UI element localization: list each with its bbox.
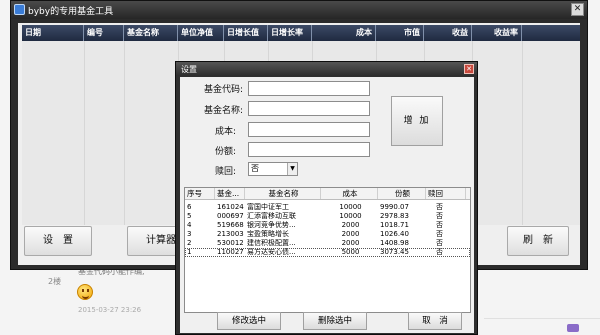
row-code: 213003 — [217, 230, 244, 238]
row-name: 易方达安心债... — [247, 248, 296, 256]
row-seq: 1 — [187, 248, 192, 256]
redeem-value: 否 — [251, 164, 259, 173]
row-name: 银河竞争优势... — [247, 221, 296, 229]
modify-selected-button[interactable]: 修改选中 — [217, 312, 281, 330]
row-code: 519668 — [217, 221, 244, 229]
row-shares: 1026.40 — [380, 230, 409, 238]
fund-name-label: 基金名称: — [204, 106, 244, 116]
row-name: 建信积极配置... — [247, 239, 296, 247]
floor-badge: 2楼 — [48, 277, 62, 286]
fund-list[interactable]: 序号 基金... 基金名称 成本 份额 赎回 6 161024 富国中证军工 1… — [184, 187, 471, 313]
col-cost[interactable]: 成本 — [312, 25, 376, 41]
col-profit[interactable]: 收益 — [424, 25, 472, 41]
row-redeem: 否 — [436, 248, 443, 256]
col-id[interactable]: 编号 — [84, 25, 124, 41]
row-shares: 2978.83 — [380, 212, 409, 220]
refresh-button[interactable]: 刷 新 — [507, 226, 569, 256]
row-seq: 3 — [187, 230, 192, 238]
list-col-redeem[interactable]: 赎回 — [426, 188, 466, 199]
row-redeem: 否 — [436, 203, 443, 211]
fund-list-header: 序号 基金... 基金名称 成本 份额 赎回 — [185, 188, 470, 200]
list-col-seq[interactable]: 序号 — [185, 188, 215, 199]
cost-label: 成本: — [215, 127, 237, 137]
list-col-cost[interactable]: 成本 — [321, 188, 378, 199]
list-item[interactable]: 2 530012 建信积极配置... 2000 1408.98 否 — [185, 239, 470, 248]
row-cost: 2000 — [341, 239, 360, 247]
row-cost: 10000 — [339, 203, 362, 211]
col-daily-rate[interactable]: 日增长率 — [268, 25, 312, 41]
row-name: 宝盈策略增长 — [247, 230, 289, 238]
list-item[interactable]: 6 161024 富国中证军工 10000 9990.07 否 — [185, 203, 470, 212]
row-cost: 10000 — [339, 212, 362, 220]
row-code: 000697 — [217, 212, 244, 220]
redeem-label: 赎回: — [215, 167, 237, 177]
row-shares: 3073.45 — [380, 248, 409, 256]
row-name: 富国中证军工 — [247, 203, 289, 211]
row-seq: 5 — [187, 212, 192, 220]
settings-dialog-title: 设置 — [181, 65, 197, 74]
background-divider — [484, 318, 600, 319]
row-redeem: 否 — [436, 221, 443, 229]
fund-grid-header: 日期 编号 基金名称 单位净值 日增长值 日增长率 成本 市值 收益 收益率 — [22, 25, 580, 41]
chevron-down-icon[interactable]: ▼ — [287, 163, 297, 175]
row-code: 161024 — [217, 203, 244, 211]
main-close-button[interactable]: ✕ — [571, 3, 584, 16]
settings-client-area: 基金代码: 基金名称: 成本: 份额: 赎回: 否 ▼ 增 加 序号 基金...… — [180, 77, 474, 333]
list-col-shares[interactable]: 份额 — [378, 188, 426, 199]
smiley-emoji-icon — [77, 284, 93, 300]
row-cost: 5000 — [341, 248, 360, 256]
comment-date: 2015-03-27 23:26 — [78, 306, 142, 314]
delete-selected-button[interactable]: 删除选中 — [303, 312, 367, 330]
list-item[interactable]: 4 519668 银河竞争优势... 2000 1018.71 否 — [185, 221, 470, 230]
settings-title-bar[interactable]: 设置 ✕ — [176, 62, 477, 76]
list-item-selected[interactable]: 1 110027 易方达安心债... 5000 3073.45 否 — [185, 248, 470, 257]
list-item[interactable]: 5 000697 汇添富移动互联 10000 2978.83 否 — [185, 212, 470, 221]
add-button[interactable]: 增 加 — [391, 96, 443, 146]
list-item[interactable]: 3 213003 宝盈策略增长 2000 1026.40 否 — [185, 230, 470, 239]
list-col-code[interactable]: 基金... — [215, 188, 245, 199]
col-date[interactable]: 日期 — [22, 25, 84, 41]
main-title-bar[interactable]: byby的专用基金工具 ✕ — [11, 1, 587, 19]
shares-label: 份额: — [215, 147, 237, 157]
row-seq: 4 — [187, 221, 192, 229]
row-code: 530012 — [217, 239, 244, 247]
cancel-button[interactable]: 取 消 — [408, 312, 462, 330]
col-profit-rate[interactable]: 收益率 — [472, 25, 522, 41]
row-cost: 2000 — [341, 221, 360, 229]
row-name: 汇添富移动互联 — [247, 212, 296, 220]
list-col-name[interactable]: 基金名称 — [245, 188, 321, 199]
row-shares: 1408.98 — [380, 239, 409, 247]
shares-input[interactable] — [248, 142, 370, 157]
col-unit-nav[interactable]: 单位净值 — [178, 25, 224, 41]
row-seq: 6 — [187, 203, 192, 211]
col-daily-change[interactable]: 日增长值 — [224, 25, 268, 41]
background-purple-icon[interactable] — [567, 324, 579, 332]
app-icon — [14, 4, 25, 15]
grid-col-line — [522, 41, 523, 225]
grid-col-line — [84, 41, 85, 225]
row-shares: 1018.71 — [380, 221, 409, 229]
row-redeem: 否 — [436, 212, 443, 220]
fund-name-input[interactable] — [248, 101, 370, 116]
col-market-value[interactable]: 市值 — [376, 25, 424, 41]
row-shares: 9990.07 — [380, 203, 409, 211]
row-redeem: 否 — [436, 239, 443, 247]
fund-code-label: 基金代码: — [204, 85, 244, 95]
row-redeem: 否 — [436, 230, 443, 238]
row-code: 110027 — [217, 248, 244, 256]
settings-button[interactable]: 设 置 — [24, 226, 92, 256]
row-seq: 2 — [187, 239, 192, 247]
fund-code-input[interactable] — [248, 81, 370, 96]
redeem-select[interactable]: 否 ▼ — [248, 162, 298, 176]
col-fund-name[interactable]: 基金名称 — [124, 25, 178, 41]
row-cost: 2000 — [341, 230, 360, 238]
col-spacer — [522, 25, 580, 41]
cost-input[interactable] — [248, 122, 370, 137]
main-window-title: byby的专用基金工具 — [28, 7, 114, 17]
settings-close-button[interactable]: ✕ — [464, 64, 474, 74]
grid-col-line — [124, 41, 125, 225]
settings-dialog: 设置 ✕ 基金代码: 基金名称: 成本: 份额: 赎回: 否 ▼ 增 加 序号 … — [175, 61, 478, 335]
